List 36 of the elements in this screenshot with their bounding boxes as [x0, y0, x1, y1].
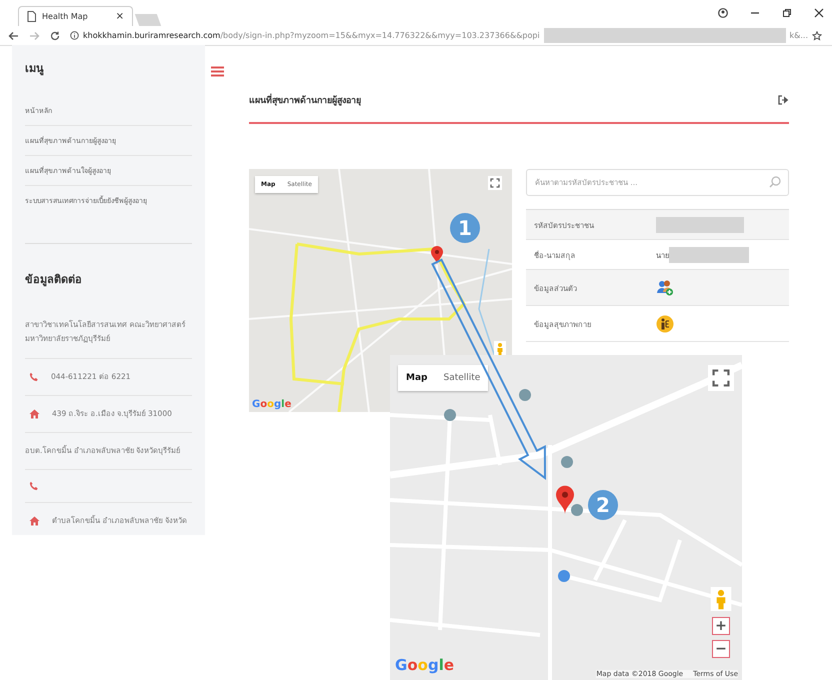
map-marker-icon	[556, 485, 574, 515]
zoom-out-button[interactable]: −	[712, 640, 730, 658]
contact-heading: ข้อมูลติดต่อ	[25, 272, 82, 288]
address-bar[interactable]: khokkhamin.buriramresearch.com/body/sign-in.php?myzoom=15&&myx=14.776322&&myy=103.237366&&popi k&...	[70, 28, 832, 43]
body-icon[interactable]	[656, 314, 674, 332]
tab-close-button[interactable]: ×	[116, 11, 124, 22]
back-icon[interactable]	[8, 30, 19, 40]
page-title: แผนที่สุขภาพด้านกายผู้สูงอายุ	[249, 93, 361, 107]
menu-icon[interactable]	[211, 66, 224, 77]
info-icon	[70, 31, 79, 40]
menu-heading: เมนู	[25, 61, 44, 77]
url-text: k&...	[790, 31, 808, 40]
map-type-tab[interactable]: Satellite	[435, 365, 488, 391]
close-icon[interactable]	[814, 8, 824, 18]
phone-icon	[29, 481, 39, 492]
fullscreen-icon[interactable]	[488, 176, 502, 190]
page-icon	[27, 11, 36, 22]
zoom-in-button[interactable]: +	[712, 617, 730, 635]
google-logo: Google	[395, 656, 454, 674]
browser-tab[interactable]: Health Map ×	[18, 6, 133, 26]
logout-icon[interactable]	[778, 95, 789, 105]
account-icon[interactable]	[718, 8, 728, 18]
search-icon	[769, 176, 781, 188]
map-marker-icon	[431, 246, 443, 265]
star-icon[interactable]	[812, 30, 822, 40]
people-icon[interactable]	[656, 278, 674, 296]
reload-icon[interactable]	[50, 30, 60, 40]
house-icon	[29, 408, 40, 419]
google-logo: Google	[252, 399, 292, 410]
phone-icon	[29, 372, 39, 382]
map-type-tab[interactable]: Map	[398, 365, 436, 391]
house-icon	[29, 516, 40, 526]
restore-icon[interactable]	[782, 8, 792, 18]
url-text: khokkhamin.buriramresearch.com/body/sign-in.php?myzoom=15&&myx=14.776322&&myy=103.237366&&popi	[83, 31, 540, 40]
tab-title: Health Map	[42, 12, 89, 21]
fullscreen-icon[interactable]	[708, 365, 734, 391]
